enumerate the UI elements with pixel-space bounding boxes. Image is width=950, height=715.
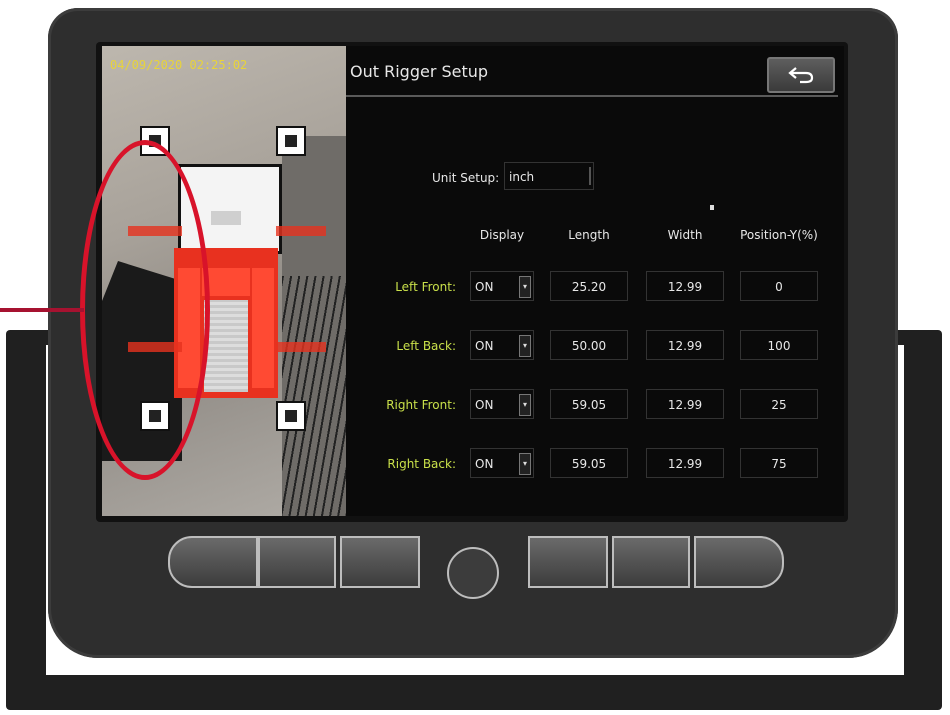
length-field-left-back[interactable]: 50.00 xyxy=(550,330,628,360)
length-field-right-front[interactable]: 59.05 xyxy=(550,389,628,419)
back-arrow-icon xyxy=(788,67,814,84)
display-select-right-back[interactable]: ON ▾ xyxy=(470,448,534,478)
row-label-left-front: Left Front: xyxy=(395,280,456,294)
calibration-marker xyxy=(276,401,306,431)
width-field-right-front[interactable]: 12.99 xyxy=(646,389,724,419)
hardware-button-2[interactable] xyxy=(258,536,336,588)
length-field-right-back[interactable]: 59.05 xyxy=(550,448,628,478)
width-field-left-front[interactable]: 12.99 xyxy=(646,271,724,301)
hardware-button-1[interactable] xyxy=(168,536,258,588)
title-divider xyxy=(346,95,838,97)
page-title: Out Rigger Setup xyxy=(350,62,489,81)
dropdown-arrow-icon: ▾ xyxy=(519,394,531,416)
hardware-button-3[interactable] xyxy=(340,536,420,588)
dropdown-arrow-icon: ▾ xyxy=(519,453,531,475)
hardware-button-4[interactable] xyxy=(528,536,608,588)
unit-setup-select[interactable]: inch xyxy=(504,162,594,190)
camera-timestamp: 04/09/2020 02:25:02 xyxy=(110,58,248,72)
pointer-cursor-icon xyxy=(710,205,714,210)
position-field-right-back[interactable]: 75 xyxy=(740,448,818,478)
callout-line xyxy=(0,308,84,312)
railing xyxy=(282,276,346,516)
row-label-right-front: Right Front: xyxy=(386,398,456,412)
display-select-right-front[interactable]: ON ▾ xyxy=(470,389,534,419)
highlight-ellipse xyxy=(80,140,210,480)
dropdown-arrow-icon: ▾ xyxy=(519,276,531,298)
hardware-center-button[interactable] xyxy=(447,547,499,599)
column-header-width: Width xyxy=(667,228,703,242)
dropdown-arrow-icon: ▾ xyxy=(519,335,531,357)
hardware-button-6[interactable] xyxy=(694,536,784,588)
display-select-left-back[interactable]: ON ▾ xyxy=(470,330,534,360)
position-field-left-back[interactable]: 100 xyxy=(740,330,818,360)
position-field-left-front[interactable]: 0 xyxy=(740,271,818,301)
outrigger-bar-right-front xyxy=(276,226,326,236)
column-header-length: Length xyxy=(568,228,610,242)
truck-deck xyxy=(204,300,248,392)
width-field-right-back[interactable]: 12.99 xyxy=(646,448,724,478)
column-header-display: Display xyxy=(479,228,525,242)
calibration-marker xyxy=(276,126,306,156)
width-field-left-back[interactable]: 12.99 xyxy=(646,330,724,360)
unit-setup-label: Unit Setup: xyxy=(432,171,500,185)
row-label-right-back: Right Back: xyxy=(387,457,456,471)
hardware-button-5[interactable] xyxy=(612,536,690,588)
row-label-left-back: Left Back: xyxy=(396,339,456,353)
back-button[interactable] xyxy=(767,57,835,93)
column-header-position: Position-Y(%) xyxy=(740,228,818,242)
outrigger-bar-right-back xyxy=(276,342,326,352)
display-select-left-front[interactable]: ON ▾ xyxy=(470,271,534,301)
length-field-left-front[interactable]: 25.20 xyxy=(550,271,628,301)
position-field-right-front[interactable]: 25 xyxy=(740,389,818,419)
truck-window xyxy=(211,211,241,225)
